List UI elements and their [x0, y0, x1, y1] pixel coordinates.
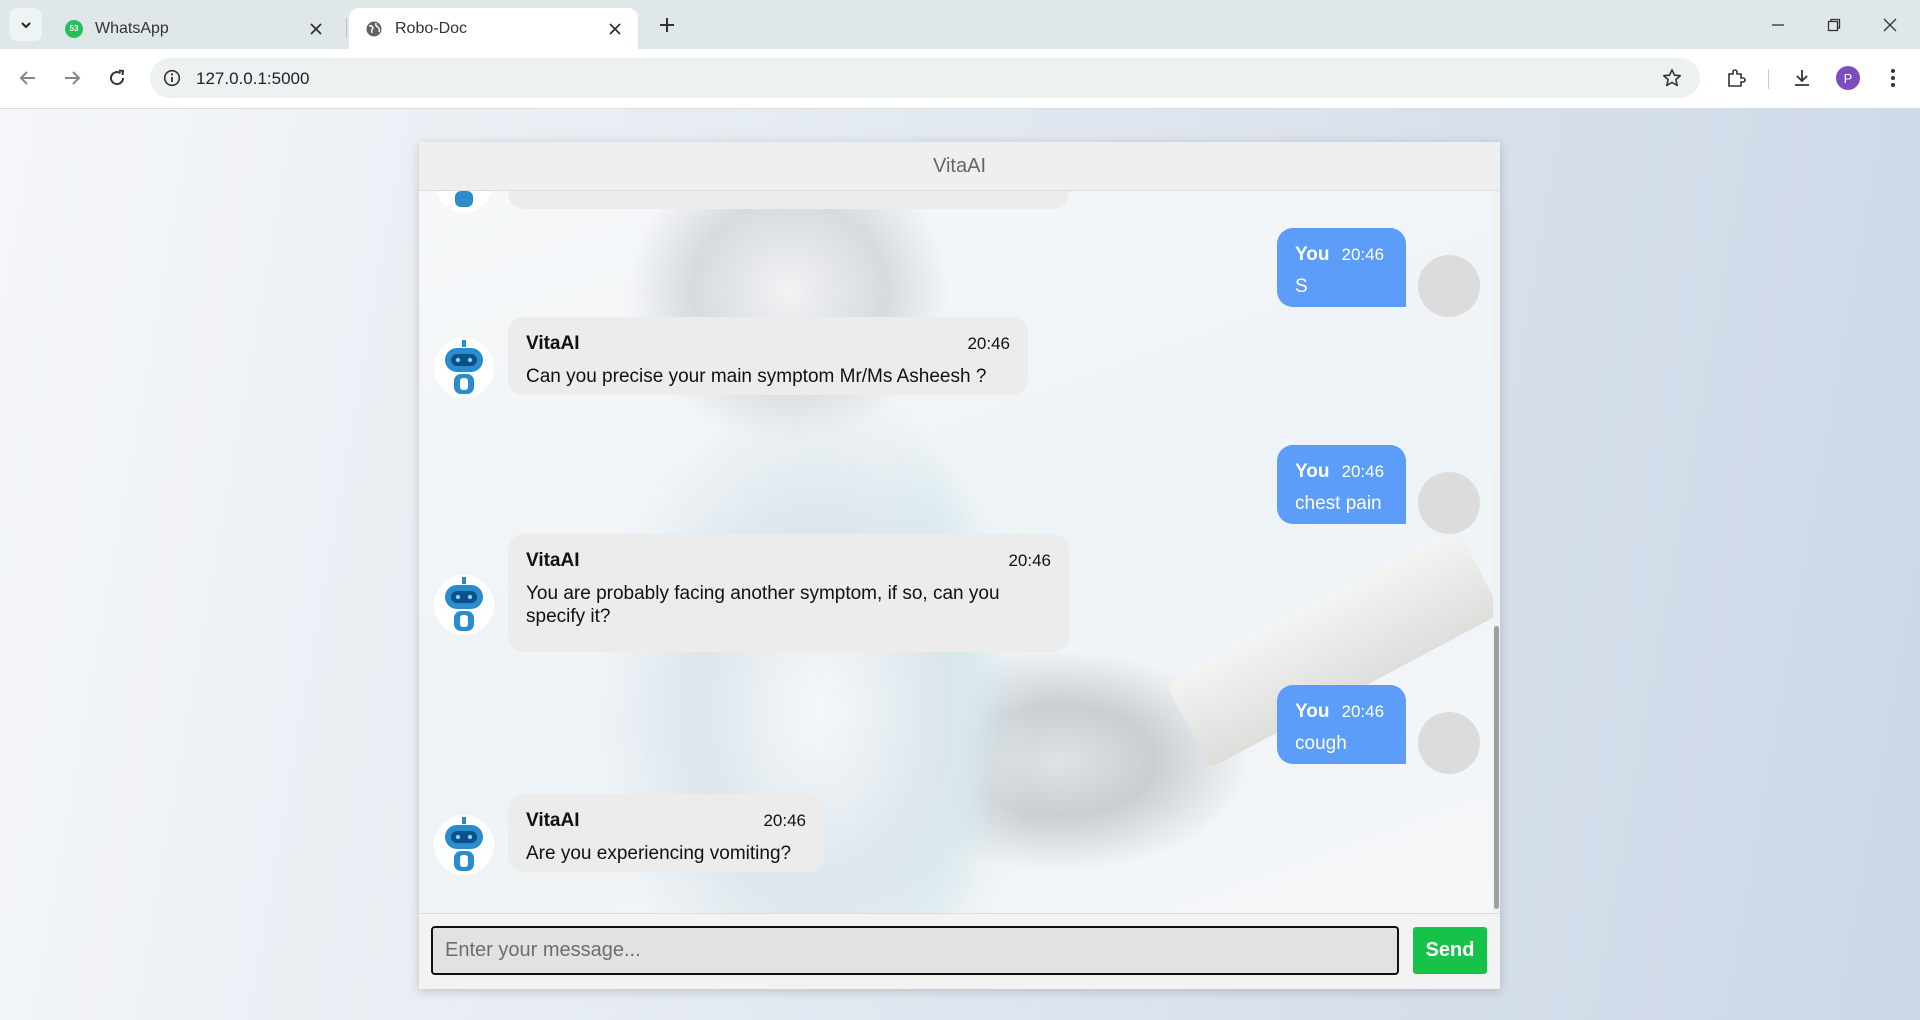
message-text: chest pain [1295, 493, 1382, 514]
restore-button[interactable] [1806, 0, 1862, 49]
tab-title: Robo-Doc [395, 19, 468, 37]
robot-avatar-icon [435, 191, 493, 212]
download-icon [1795, 70, 1809, 86]
extensions-button[interactable] [1720, 62, 1752, 94]
plus-icon [660, 18, 674, 32]
bookmark-star-icon[interactable] [1660, 66, 1684, 90]
puzzle-icon [1728, 69, 1746, 87]
message-input-bar: Send [419, 913, 1500, 989]
reload-button[interactable] [101, 62, 133, 94]
robot-avatar-icon [434, 575, 494, 635]
message-input[interactable] [431, 926, 1399, 975]
bot-message-bubble: VitaAI 20:46 Can you precise your main sy… [508, 317, 1028, 395]
restore-icon [1827, 18, 1841, 31]
info-icon[interactable] [160, 66, 184, 90]
messages-area[interactable]: You 20:46 S VitaAI 20:46 Can you precise y… [419, 191, 1493, 913]
globe-icon [365, 20, 383, 38]
new-tab-button[interactable] [652, 10, 682, 40]
close-window-button[interactable] [1862, 0, 1918, 49]
address-bar[interactable]: 127.0.0.1:5000 [150, 58, 1700, 98]
tab-bar: 53 WhatsApp Robo-Doc [0, 0, 1920, 49]
forward-button[interactable] [56, 62, 88, 94]
message-text: Can you precise your main symptom Mr/Ms … [526, 366, 987, 387]
minimize-icon [1772, 23, 1784, 26]
user-avatar [1418, 255, 1480, 317]
user-avatar [1418, 472, 1480, 534]
user-message-bubble: You 20:46 cough [1277, 685, 1406, 764]
message-text: Are you experiencing vomiting? [526, 843, 792, 864]
scrollbar-thumb[interactable] [1494, 626, 1499, 909]
bot-message-bubble: VitaAI 20:46 You are probably facing anot… [508, 534, 1069, 652]
message-text: S [1295, 276, 1308, 297]
tab-whatsapp[interactable]: 53 WhatsApp [49, 8, 339, 49]
tab-robo-doc[interactable]: Robo-Doc [349, 8, 638, 49]
send-button[interactable]: Send [1413, 927, 1487, 974]
toolbar-divider [1768, 69, 1769, 89]
close-icon[interactable] [307, 20, 325, 38]
back-button[interactable] [12, 62, 44, 94]
close-icon[interactable] [606, 20, 624, 38]
sender-name: VitaAI [526, 810, 580, 831]
arrow-right-icon [65, 71, 81, 85]
message-text: cough [1295, 733, 1347, 754]
sender-name: You [1295, 461, 1330, 482]
tab-search-button[interactable] [9, 8, 42, 41]
minimize-button[interactable] [1750, 0, 1806, 49]
message-time: 20:46 [1008, 551, 1051, 570]
more-vert-icon [1891, 69, 1895, 87]
user-message-bubble: You 20:46 S [1277, 228, 1406, 307]
tab-title: WhatsApp [95, 19, 169, 37]
sender-name: You [1295, 701, 1330, 722]
arrow-left-icon [19, 71, 35, 85]
bot-message-bubble: VitaAI 20:46 Are you experiencing vomitin… [508, 794, 824, 872]
whatsapp-icon: 53 [65, 19, 83, 38]
profile-avatar: P [1836, 66, 1860, 90]
chat-window: VitaAI You 20:46 S VitaAI 20:46 Can you … [419, 142, 1500, 989]
downloads-button[interactable] [1786, 62, 1818, 94]
message-time: 20:46 [1341, 462, 1385, 481]
bot-message-bubble-partial [508, 191, 1069, 209]
chevron-down-icon [20, 21, 31, 28]
sender-name: VitaAI [526, 333, 580, 354]
url-text: 127.0.0.1:5000 [196, 69, 310, 88]
user-message-bubble: You 20:46 chest pain [1277, 445, 1406, 524]
browser-toolbar: 127.0.0.1:5000 P [0, 49, 1920, 109]
tab-divider [346, 18, 347, 38]
sender-name: You [1295, 244, 1330, 265]
message-time: 20:46 [1341, 702, 1385, 721]
message-time: 20:46 [1341, 245, 1385, 264]
tab-badge: 53 [69, 24, 79, 33]
sender-name: VitaAI [526, 550, 580, 571]
page-background: VitaAI You 20:46 S VitaAI 20:46 Can you … [0, 109, 1920, 1020]
menu-button[interactable] [1877, 62, 1909, 94]
robot-avatar-icon [434, 338, 494, 398]
close-icon [1883, 18, 1897, 31]
message-time: 20:46 [763, 811, 806, 830]
message-time: 20:46 [967, 334, 1010, 353]
robot-avatar-icon [434, 815, 494, 875]
user-avatar [1418, 712, 1480, 774]
message-text: You are probably facing another symptom,… [526, 583, 1000, 627]
profile-button[interactable]: P [1832, 62, 1864, 94]
chat-header: VitaAI [419, 142, 1500, 191]
reload-icon [110, 69, 125, 86]
